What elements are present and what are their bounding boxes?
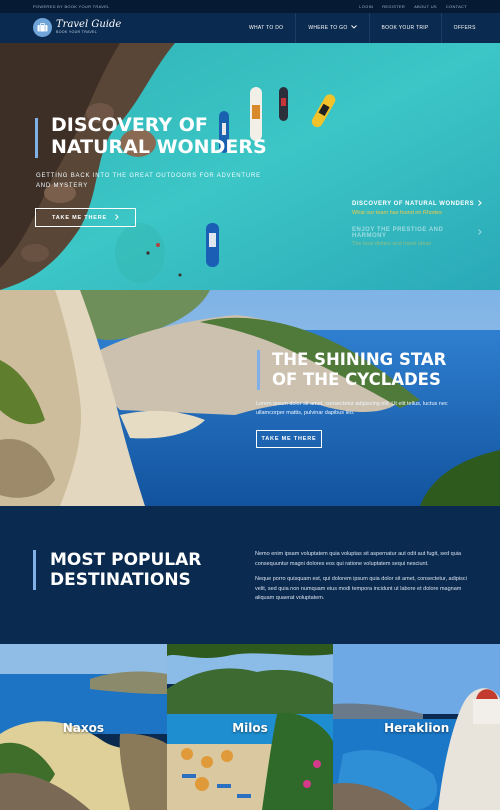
slide-title: ENJOY THE PRESTIGE AND HARMONY bbox=[352, 227, 444, 239]
destination-name: Naxos bbox=[62, 721, 104, 735]
section-title-line: MOST POPULAR bbox=[50, 550, 202, 570]
cyclades-section: THE SHINING STAR OF THE CYCLADES Lorem i… bbox=[0, 290, 500, 506]
hero-subtitle: GETTING BACK INTO THE GREAT OUTDOORS FOR… bbox=[36, 173, 261, 189]
nav-item-label: WHERE TO GO bbox=[308, 25, 348, 31]
cyclades-title-line: THE SHINING STAR bbox=[272, 350, 447, 369]
boat bbox=[279, 87, 288, 121]
section-title: MOST POPULAR DESTINATIONS bbox=[50, 550, 201, 590]
site-header: Travel Guide BOOK YOUR TRAVEL WHAT TO DO… bbox=[0, 13, 500, 43]
title-accent-bar bbox=[33, 550, 36, 590]
top-bar-tagline: POWERED BY BOOK YOUR TRAVEL bbox=[33, 4, 110, 9]
title-accent-bar bbox=[257, 350, 260, 390]
take-me-there-button[interactable]: TAKE ME THERE bbox=[256, 430, 322, 448]
button-label: TAKE ME THERE bbox=[52, 214, 107, 221]
slide-item[interactable]: ENJOY THE PRESTIGE AND HARMONY The best … bbox=[352, 227, 482, 247]
destination-name: Milos bbox=[232, 721, 268, 735]
nav-item-offers[interactable]: OFFERS bbox=[442, 13, 488, 43]
cyclades-title-line: OF THE CYCLADES bbox=[272, 370, 441, 389]
section-description: Nemo enim ipsam voluptatem quia voluptas… bbox=[255, 550, 470, 610]
destination-card-milos[interactable]: Milos bbox=[166, 644, 334, 810]
description-paragraph: Nemo enim ipsam voluptatem quia voluptas… bbox=[255, 551, 462, 567]
popular-destinations-section: MOST POPULAR DESTINATIONS Nemo enim ipsa… bbox=[0, 506, 500, 644]
destination-cards: Naxos Milos Heraklion bbox=[0, 644, 500, 810]
slide-subtitle: The best dishes and travel ideas bbox=[352, 241, 432, 247]
destination-name: Heraklion bbox=[384, 721, 450, 735]
cyclades-title: THE SHINING STAR OF THE CYCLADES bbox=[272, 350, 446, 390]
cyclades-text: Lorem ipsum dolor sit amet, consectetur … bbox=[256, 401, 448, 416]
boat bbox=[206, 223, 219, 267]
nav-item-label: OFFERS bbox=[453, 25, 476, 31]
slide-list: DISCOVERY OF NATURAL WONDERS What our te… bbox=[352, 200, 482, 258]
site-logo[interactable]: Travel Guide BOOK YOUR TRAVEL bbox=[33, 18, 121, 37]
nav-item-label: WHAT TO DO bbox=[249, 25, 284, 31]
slide-subtitle: What our team has found on Rhodes bbox=[352, 210, 442, 216]
logo-name: Travel Guide bbox=[56, 19, 122, 31]
chevron-right-icon bbox=[478, 229, 482, 237]
about-us-link[interactable]: ABOUT US bbox=[414, 4, 437, 9]
hero-title-line: NATURAL WONDERS bbox=[51, 136, 267, 158]
slide-title: DISCOVERY OF NATURAL WONDERS bbox=[352, 201, 475, 207]
contact-link[interactable]: CONTACT bbox=[446, 4, 467, 9]
register-link[interactable]: REGISTER bbox=[382, 4, 405, 9]
chevron-down-icon bbox=[350, 25, 357, 31]
page: POWERED BY BOOK YOUR TRAVEL LOGIN REGIST… bbox=[0, 0, 500, 810]
button-label: TAKE ME THERE bbox=[261, 436, 317, 442]
nav-item-where-to-go[interactable]: WHERE TO GO bbox=[296, 13, 370, 43]
nav-item-book-your-trip[interactable]: BOOK YOUR TRIP bbox=[370, 13, 442, 43]
hero-slider: DISCOVERY OF NATURAL WONDERS GETTING BAC… bbox=[0, 43, 500, 290]
slide-item-active[interactable]: DISCOVERY OF NATURAL WONDERS What our te… bbox=[352, 200, 482, 216]
login-link[interactable]: LOGIN bbox=[359, 4, 373, 9]
logo-subtitle: BOOK YOUR TRAVEL bbox=[56, 30, 98, 35]
main-nav: WHAT TO DO WHERE TO GO BOOK YOUR TRIP OF… bbox=[237, 13, 488, 43]
cyclades-background-image bbox=[0, 290, 500, 506]
title-accent-bar bbox=[35, 118, 38, 158]
section-title-line: DESTINATIONS bbox=[50, 570, 191, 590]
chevron-right-icon bbox=[478, 200, 482, 208]
suitcase-icon bbox=[33, 18, 52, 37]
hero-title: DISCOVERY OF NATURAL WONDERS bbox=[51, 114, 267, 158]
take-me-there-button[interactable]: TAKE ME THERE bbox=[35, 208, 136, 227]
destination-card-heraklion[interactable]: Heraklion bbox=[333, 644, 500, 810]
nav-item-what-to-do[interactable]: WHAT TO DO bbox=[237, 13, 297, 43]
chevron-right-icon bbox=[115, 213, 119, 222]
destination-card-naxos[interactable]: Naxos bbox=[0, 644, 167, 810]
top-bar: POWERED BY BOOK YOUR TRAVEL LOGIN REGIST… bbox=[0, 0, 500, 13]
hero-title-line: DISCOVERY OF bbox=[51, 114, 208, 136]
top-bar-links: LOGIN REGISTER ABOUT US CONTACT bbox=[359, 4, 467, 9]
nav-item-label: BOOK YOUR TRIP bbox=[381, 25, 429, 31]
description-paragraph: Neque porro quisquam est, qui dolorem ip… bbox=[255, 576, 467, 601]
